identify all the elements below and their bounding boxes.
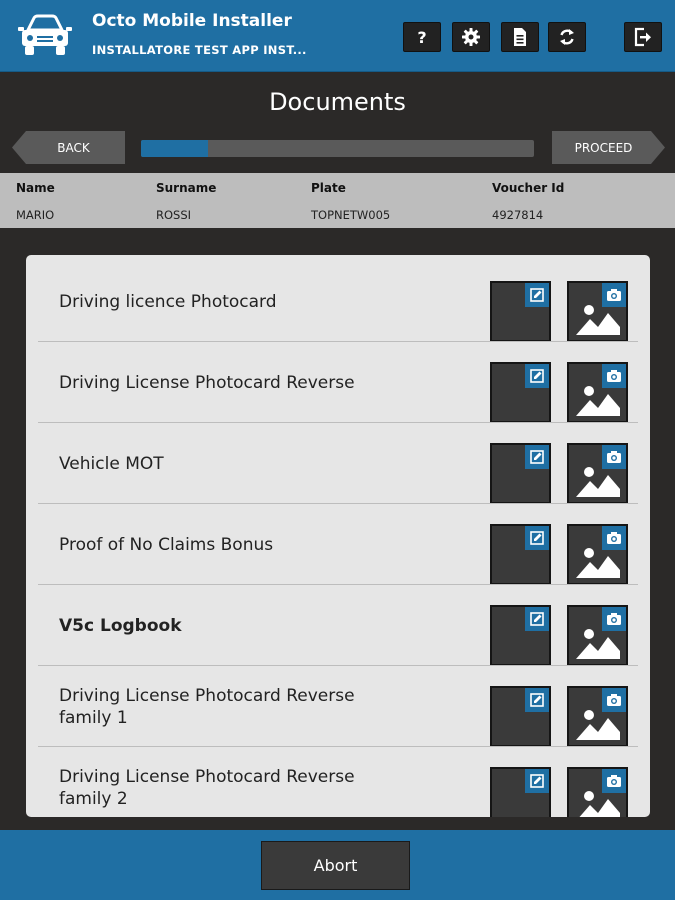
document-label: Driving License Photocard Reverse family…	[59, 685, 355, 728]
name-value: MARIO	[16, 208, 55, 222]
proceed-button-label: PROCEED	[574, 140, 633, 155]
document-label: Proof of No Claims Bonus	[59, 534, 274, 555]
edit-document-button[interactable]	[490, 443, 551, 504]
edit-document-button[interactable]	[490, 605, 551, 666]
photo-document-button[interactable]	[567, 362, 628, 423]
bottom-bar: Abort	[0, 830, 675, 900]
documents-list: Driving licence Photocard Driving License…	[26, 255, 650, 817]
surname-label: Surname	[156, 181, 217, 195]
document-row: Proof of No Claims Bonus	[26, 504, 650, 585]
document-row: Driving License Photocard Reverse	[26, 342, 650, 423]
photo-document-button[interactable]	[567, 281, 628, 342]
edit-icon	[525, 364, 549, 388]
edit-document-button[interactable]	[490, 767, 551, 817]
edit-icon	[525, 769, 549, 793]
question-icon: ?	[417, 28, 426, 47]
document-label: Vehicle MOT	[59, 453, 164, 474]
camera-icon	[602, 688, 626, 712]
edit-icon	[525, 445, 549, 469]
svg-text:?: ?	[417, 28, 426, 47]
document-icon	[514, 28, 526, 46]
back-button[interactable]: BACK	[12, 131, 125, 164]
back-button-label: BACK	[57, 140, 90, 155]
logout-button[interactable]	[624, 22, 662, 52]
camera-icon	[602, 526, 626, 550]
camera-icon	[602, 364, 626, 388]
document-label: Driving License Photocard Reverse	[59, 372, 355, 393]
photo-document-button[interactable]	[567, 443, 628, 504]
document-label: Driving licence Photocard	[59, 291, 277, 312]
page-title: Documents	[269, 88, 406, 116]
document-button[interactable]	[501, 22, 539, 52]
proceed-button[interactable]: PROCEED	[552, 131, 665, 164]
photo-document-button[interactable]	[567, 767, 628, 817]
plate-label: Plate	[311, 181, 346, 195]
edit-document-button[interactable]	[490, 524, 551, 585]
photo-document-button[interactable]	[567, 524, 628, 585]
sync-icon	[560, 29, 574, 45]
voucher-label: Voucher Id	[492, 181, 565, 195]
help-button[interactable]: ?	[403, 22, 441, 52]
photo-document-button[interactable]	[567, 686, 628, 747]
edit-icon	[525, 283, 549, 307]
edit-icon	[525, 688, 549, 712]
progress-fill	[141, 140, 208, 157]
document-row: Vehicle MOT	[26, 423, 650, 504]
edit-document-button[interactable]	[490, 686, 551, 747]
document-row: Driving License Photocard Reverse family…	[26, 666, 650, 747]
document-row: Driving licence Photocard	[26, 261, 650, 342]
customer-info: Name MARIO Surname ROSSI Plate TOPNETW00…	[0, 173, 675, 228]
edit-document-button[interactable]	[490, 281, 551, 342]
app-bar: Octo Mobile Installer INSTALLATORE TEST …	[0, 0, 675, 72]
documents-panel[interactable]: Driving licence Photocard Driving License…	[26, 255, 650, 817]
plate-value: TOPNETW005	[311, 208, 391, 222]
logout-icon	[634, 27, 651, 47]
camera-icon	[602, 283, 626, 307]
edit-document-button[interactable]	[490, 362, 551, 423]
camera-icon	[602, 607, 626, 631]
car-icon	[18, 14, 72, 55]
edit-icon	[525, 607, 549, 631]
app-subtitle: INSTALLATORE TEST APP INST...	[92, 43, 307, 57]
camera-icon	[602, 769, 626, 793]
document-label: V5c Logbook	[59, 615, 182, 636]
document-label: Driving License Photocard Reverse family…	[59, 766, 355, 809]
name-label: Name	[16, 181, 55, 195]
document-row: V5c Logbook	[26, 585, 650, 666]
progress-bar	[141, 140, 534, 157]
abort-button[interactable]: Abort	[261, 841, 410, 890]
sync-button[interactable]	[548, 22, 586, 52]
camera-icon	[602, 445, 626, 469]
app-title: Octo Mobile Installer	[92, 11, 292, 31]
voucher-value: 4927814	[492, 208, 544, 222]
document-row: Driving License Photocard Reverse family…	[26, 747, 650, 817]
gear-icon	[462, 28, 480, 46]
edit-icon	[525, 526, 549, 550]
surname-value: ROSSI	[156, 208, 192, 222]
settings-button[interactable]	[452, 22, 490, 52]
photo-document-button[interactable]	[567, 605, 628, 666]
